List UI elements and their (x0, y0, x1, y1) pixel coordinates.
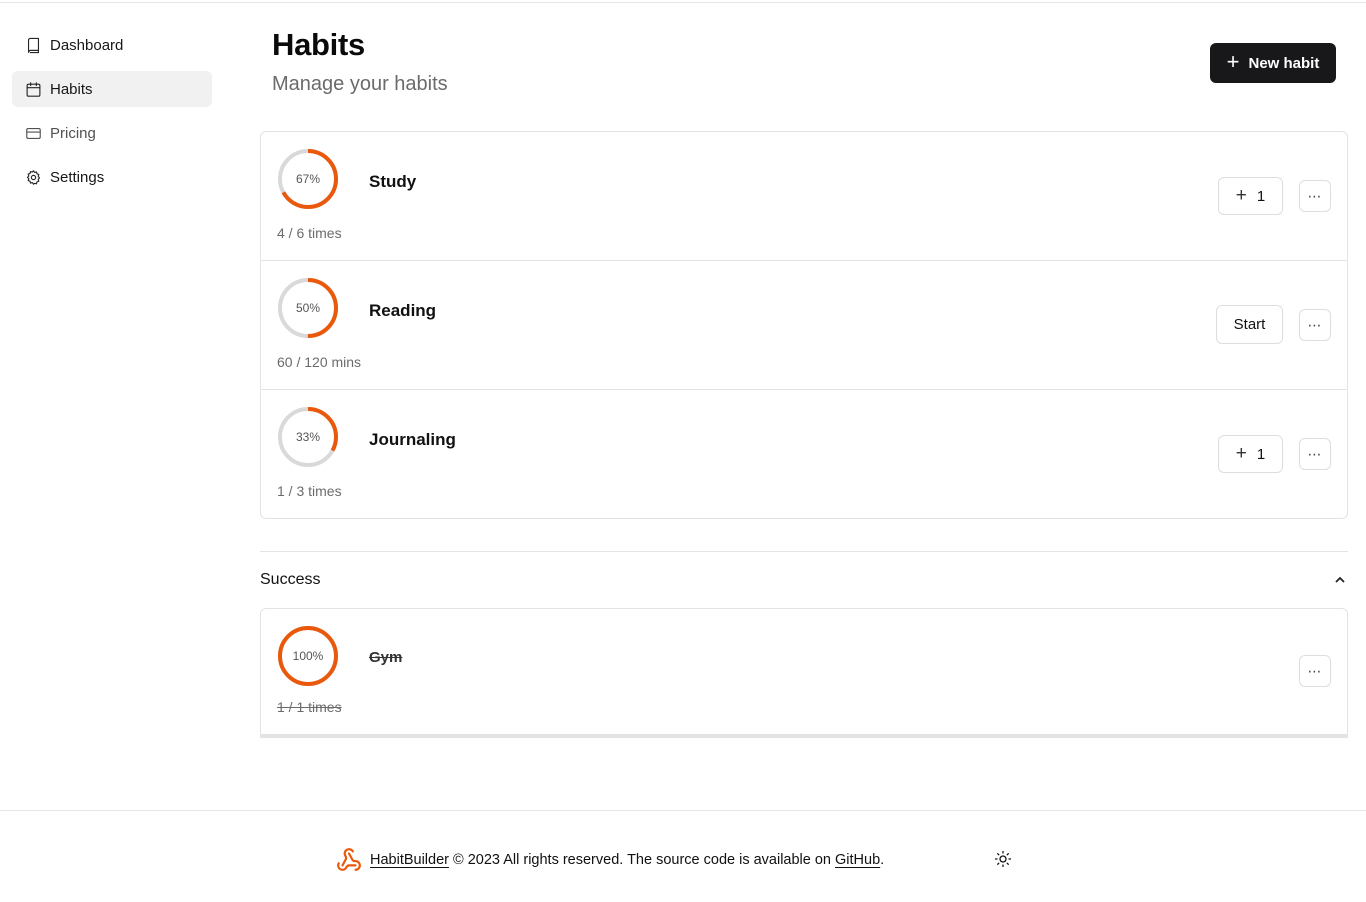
sun-icon (994, 850, 1012, 868)
footer-divider (0, 810, 1366, 811)
plus-icon: + (1235, 442, 1247, 464)
copyright-text: © 2023 All rights reserved. The source c… (449, 852, 836, 868)
habit-name: Reading (369, 301, 437, 320)
progress-ring: 33% (277, 406, 339, 468)
habit-name: Gym (369, 649, 403, 666)
theme-toggle-button[interactable] (994, 850, 1012, 868)
brand-link[interactable]: HabitBuilder (370, 852, 449, 868)
plus-icon: + (1226, 49, 1240, 74)
success-section-toggle[interactable]: Success (260, 571, 1348, 589)
github-link[interactable]: GitHub (835, 852, 880, 868)
section-title: Success (260, 571, 321, 588)
increment-button[interactable]: + 1 (1218, 435, 1283, 473)
book-icon (24, 36, 42, 54)
gear-icon (24, 168, 42, 186)
increment-label: 1 (1256, 187, 1266, 205)
credit-card-icon (24, 124, 42, 142)
sidebar-item-label: Dashboard (50, 36, 124, 54)
ellipsis-icon: ⋯ (1307, 445, 1323, 462)
progress-ring: 67% (277, 148, 339, 210)
habit-progress-text: 60 / 120 mins (277, 354, 362, 370)
plus-icon: + (1235, 184, 1247, 206)
habit-row-reading: 50% Reading 60 / 120 mins Start ⋯ (261, 261, 1347, 390)
increment-button[interactable]: + 1 (1218, 177, 1283, 215)
sidebar-item-label: Pricing (50, 124, 96, 142)
sidebar-item-settings[interactable]: Settings (12, 159, 212, 195)
ellipsis-icon: ⋯ (1307, 187, 1323, 204)
page-subtitle: Manage your habits (272, 73, 448, 95)
sidebar-nav: Dashboard Habits Pricing Settings (12, 27, 212, 203)
more-options-button[interactable]: ⋯ (1299, 438, 1331, 470)
progress-ring: 50% (277, 277, 339, 339)
habit-name: Study (369, 172, 417, 191)
habit-row-journaling: 33% Journaling 1 / 3 times + 1 ⋯ (261, 390, 1347, 518)
progress-percent: 50% (295, 301, 321, 315)
progress-ring: 100% (277, 625, 339, 687)
habitbuilder-logo-icon (336, 847, 362, 873)
sidebar-item-dashboard[interactable]: Dashboard (12, 27, 212, 63)
new-habit-button[interactable]: + New habit (1210, 43, 1336, 83)
habit-name: Journaling (369, 430, 456, 449)
success-habit-list: 100% Gym 1 / 1 times ⋯ (260, 608, 1348, 738)
start-timer-button[interactable]: Start (1216, 305, 1283, 344)
new-habit-label: New habit (1248, 54, 1320, 72)
progress-percent: 67% (295, 172, 321, 186)
habit-row-study: 67% Study 4 / 6 times + 1 ⋯ (261, 132, 1347, 261)
footer-period: . (880, 852, 885, 868)
sidebar-item-habits[interactable]: Habits (12, 71, 212, 107)
habit-row-gym: 100% Gym 1 / 1 times ⋯ (261, 609, 1347, 734)
sidebar-item-label: Settings (50, 168, 105, 186)
ellipsis-icon: ⋯ (1307, 662, 1323, 679)
chevron-up-icon (1332, 572, 1348, 588)
page-title: Habits (272, 27, 365, 62)
section-divider (260, 551, 1348, 552)
ellipsis-icon: ⋯ (1307, 316, 1323, 333)
top-divider (0, 2, 1366, 3)
sidebar-item-pricing[interactable]: Pricing (12, 115, 212, 151)
calendar-icon (24, 80, 42, 98)
habit-list: 67% Study 4 / 6 times + 1 ⋯ 50% Reading … (260, 131, 1348, 519)
footer: HabitBuilder © 2023 All rights reserved.… (336, 847, 884, 873)
sidebar-item-label: Habits (50, 80, 93, 98)
increment-label: 1 (1256, 445, 1266, 463)
progress-percent: 100% (292, 649, 324, 663)
habit-progress-text: 1 / 1 times (277, 699, 342, 715)
habit-progress-text: 4 / 6 times (277, 225, 342, 241)
habit-progress-text: 1 / 3 times (277, 483, 342, 499)
progress-percent: 33% (295, 430, 321, 444)
more-options-button[interactable]: ⋯ (1299, 180, 1331, 212)
more-options-button[interactable]: ⋯ (1299, 309, 1331, 341)
more-options-button[interactable]: ⋯ (1299, 655, 1331, 687)
